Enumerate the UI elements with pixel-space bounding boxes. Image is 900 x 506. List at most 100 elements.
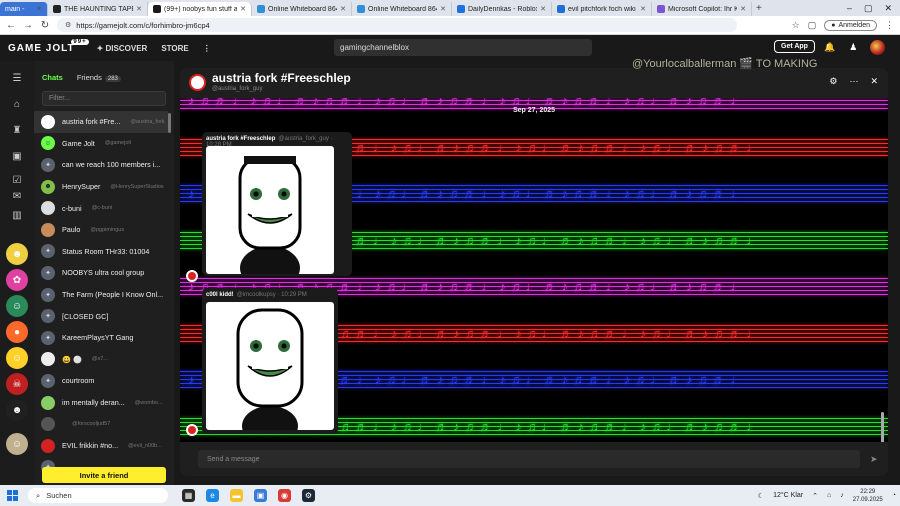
close-icon[interactable]: ✕ <box>870 76 878 87</box>
browser-tab[interactable]: main - ✕ <box>0 2 48 16</box>
maximize-icon[interactable]: ▢ <box>864 3 873 14</box>
edge-browser-icon[interactable]: e <box>206 489 219 502</box>
chat-settings-icon[interactable]: ⚙ <box>829 76 837 87</box>
message-avatar[interactable] <box>186 270 198 282</box>
windows-start-icon[interactable] <box>7 490 18 501</box>
chat-list-item[interactable]: ✦ can we reach 100 members i... <box>34 154 168 176</box>
chat-list-item[interactable]: ✦ courtroom <box>34 370 168 392</box>
backpack-icon[interactable]: ▣ <box>10 149 24 163</box>
tab-friends[interactable]: Friends 283 <box>77 73 121 82</box>
menu-icon[interactable]: ☰ <box>10 71 24 85</box>
browser-tab[interactable]: DailyDennkas - Roblox ✕ <box>452 2 552 16</box>
community-avatar[interactable]: ☺ <box>6 295 28 317</box>
tab-close-icon[interactable]: ✕ <box>36 5 42 13</box>
sidebar-scrollbar[interactable] <box>168 113 171 133</box>
task-view-icon[interactable]: ▦ <box>182 489 195 502</box>
back-arrow-icon[interactable]: ← <box>6 20 16 31</box>
new-tab-icon[interactable]: + <box>756 3 762 14</box>
chrome-icon[interactable]: ◉ <box>278 489 291 502</box>
chat-list-item[interactable]: @forscooljud57 <box>34 413 168 435</box>
quests-icon[interactable]: ☑ <box>10 173 24 187</box>
signin-button[interactable]: ● Anmelden <box>824 19 877 31</box>
meme-face-image[interactable] <box>206 146 334 274</box>
notification-bell-icon[interactable]: ◔ <box>892 492 896 499</box>
more-dots-icon[interactable]: ⋮ <box>203 44 211 53</box>
discover-link[interactable]: ✦ DISCOVER <box>97 44 148 53</box>
forward-arrow-icon[interactable]: → <box>23 20 33 31</box>
close-window-icon[interactable]: ✕ <box>884 3 892 14</box>
chat-options-icon[interactable]: ⋯ <box>849 76 858 87</box>
message-area[interactable]: ♪♫♬♩♪♫♩♬♪♫♬♩♪♫♩♬♪♫♬♩♪♫♩♬♪♫♬♩♪♫♩♬♪♫♬♩ ♪♫♬♩… <box>180 98 888 442</box>
chat-list-item[interactable]: ✦ Status Room THr33: 01004 <box>34 241 168 263</box>
message-bubble[interactable]: austria fork #Freeschlep @austria_fork_gu… <box>202 132 352 276</box>
user-icon[interactable]: ♟ <box>849 42 857 53</box>
community-avatar[interactable]: ☻ <box>6 399 28 421</box>
community-avatar[interactable]: ● <box>6 321 28 343</box>
home-icon[interactable]: ⌂ <box>10 97 24 111</box>
chat-list-item[interactable]: Paulo @pgpimingus <box>34 219 168 241</box>
bell-icon[interactable]: 🔔 <box>824 42 835 53</box>
send-icon[interactable]: ➤ <box>870 454 878 465</box>
site-search-input[interactable]: gamingchannelblox <box>334 39 592 56</box>
browser-tab[interactable]: Online Whiteboard 86458342✕ <box>352 2 452 16</box>
trophy-icon[interactable]: ♜ <box>10 123 24 137</box>
message-bubble[interactable]: c00l kidd! @imcoolkupsy · 10:29 PM <box>202 288 338 434</box>
tab-chats[interactable]: Chats <box>42 73 63 82</box>
tab-close-icon[interactable]: ✕ <box>740 5 746 13</box>
tab-close-icon[interactable]: ✕ <box>540 5 546 13</box>
browser-tab[interactable]: Microsoft Copilot: Ihr KI-Begle✕ <box>652 2 752 16</box>
chat-list-item[interactable]: ✦ The Farm (People I Know Onl... <box>34 284 168 306</box>
clock[interactable]: 22:29 27.09.2025 <box>853 488 883 504</box>
tab-close-icon[interactable]: ✕ <box>440 5 446 13</box>
minimize-icon[interactable]: – <box>847 3 852 14</box>
star-icon[interactable]: ☆ <box>792 20 800 31</box>
browser-tab[interactable]: THE HAUNTING TAPES C✕ <box>48 2 148 16</box>
tab-close-icon[interactable]: ✕ <box>640 5 646 13</box>
network-icon[interactable]: ⌂ <box>827 492 831 499</box>
message-avatar[interactable] <box>186 424 198 436</box>
chat-list-item[interactable]: ✦ [CLOSED GC] <box>34 305 168 327</box>
tab-close-icon[interactable]: ✕ <box>240 5 246 13</box>
url-field[interactable]: ⚙ https://gamejolt.com/c/forhimbro-jm6cp… <box>57 18 737 32</box>
chat-avatar[interactable] <box>189 74 206 91</box>
chat-list-item[interactable]: ☻ HenrySuper @HenrySuperStudios <box>34 176 168 198</box>
invite-friend-button[interactable]: Invite a friend <box>42 467 166 483</box>
weather-text[interactable]: 12°C Klar <box>773 492 803 499</box>
store-app-icon[interactable]: ▣ <box>254 489 267 502</box>
chat-list-item[interactable]: 😀 ⚪ @x7... <box>34 349 168 371</box>
chat-list-item[interactable]: im mentally deran... @wombo... <box>34 392 168 414</box>
chat-icon[interactable]: ✉ <box>10 189 24 203</box>
browser-tab[interactable]: Online Whiteboard 86471518✕ <box>252 2 352 16</box>
site-info-icon[interactable]: ⚙ <box>65 21 71 29</box>
chat-list-item[interactable]: c-buni @c-buni <box>34 197 168 219</box>
reload-icon[interactable]: ↻ <box>40 20 50 31</box>
message-input[interactable]: Send a message <box>198 450 860 468</box>
user-avatar[interactable] <box>870 40 885 55</box>
chat-list-item[interactable]: ☺ Game Jolt @gamejolt <box>34 133 168 155</box>
steam-icon[interactable]: ⚙ <box>302 489 315 502</box>
store-link[interactable]: STORE <box>161 44 188 53</box>
tab-close-icon[interactable]: ✕ <box>136 5 142 13</box>
community-avatar[interactable]: ☺ <box>6 347 28 369</box>
gamejolt-logo[interactable]: GAME JOLT 99+ <box>8 38 89 54</box>
community-avatar[interactable]: ☻ <box>6 243 28 265</box>
chat-list-item[interactable]: EVIL frikkin #no... @evil_n00b... <box>34 435 168 457</box>
messages-scrollbar[interactable] <box>881 412 884 442</box>
tray-chevron-icon[interactable]: ⌃ <box>812 492 818 500</box>
menu-dots-icon[interactable]: ⋮ <box>885 20 894 31</box>
browser-tab[interactable]: (99+) noobys fun stuff and thi✕ <box>148 2 252 16</box>
tab-close-icon[interactable]: ✕ <box>340 5 346 13</box>
volume-icon[interactable]: ♪ <box>840 492 844 499</box>
chat-list-item[interactable]: ✦ NOOBYS ultra cool group <box>34 262 168 284</box>
meme-face-image[interactable] <box>206 302 334 430</box>
community-avatar[interactable]: ☺ <box>6 433 28 455</box>
extensions-icon[interactable]: ▢ <box>808 20 817 31</box>
get-app-button[interactable]: Get App <box>774 40 815 53</box>
community-avatar[interactable]: ✿ <box>6 269 28 291</box>
taskbar-search[interactable]: ⌕ Suchen <box>28 488 168 503</box>
weather-icon[interactable]: ☾ <box>758 492 764 500</box>
file-explorer-icon[interactable]: ▬ <box>230 489 243 502</box>
chat-list-item[interactable]: austria fork #Fre... @austria_fork <box>34 111 168 133</box>
library-icon[interactable]: ▥ <box>10 208 24 222</box>
chat-filter-input[interactable]: Filter... <box>42 91 166 106</box>
